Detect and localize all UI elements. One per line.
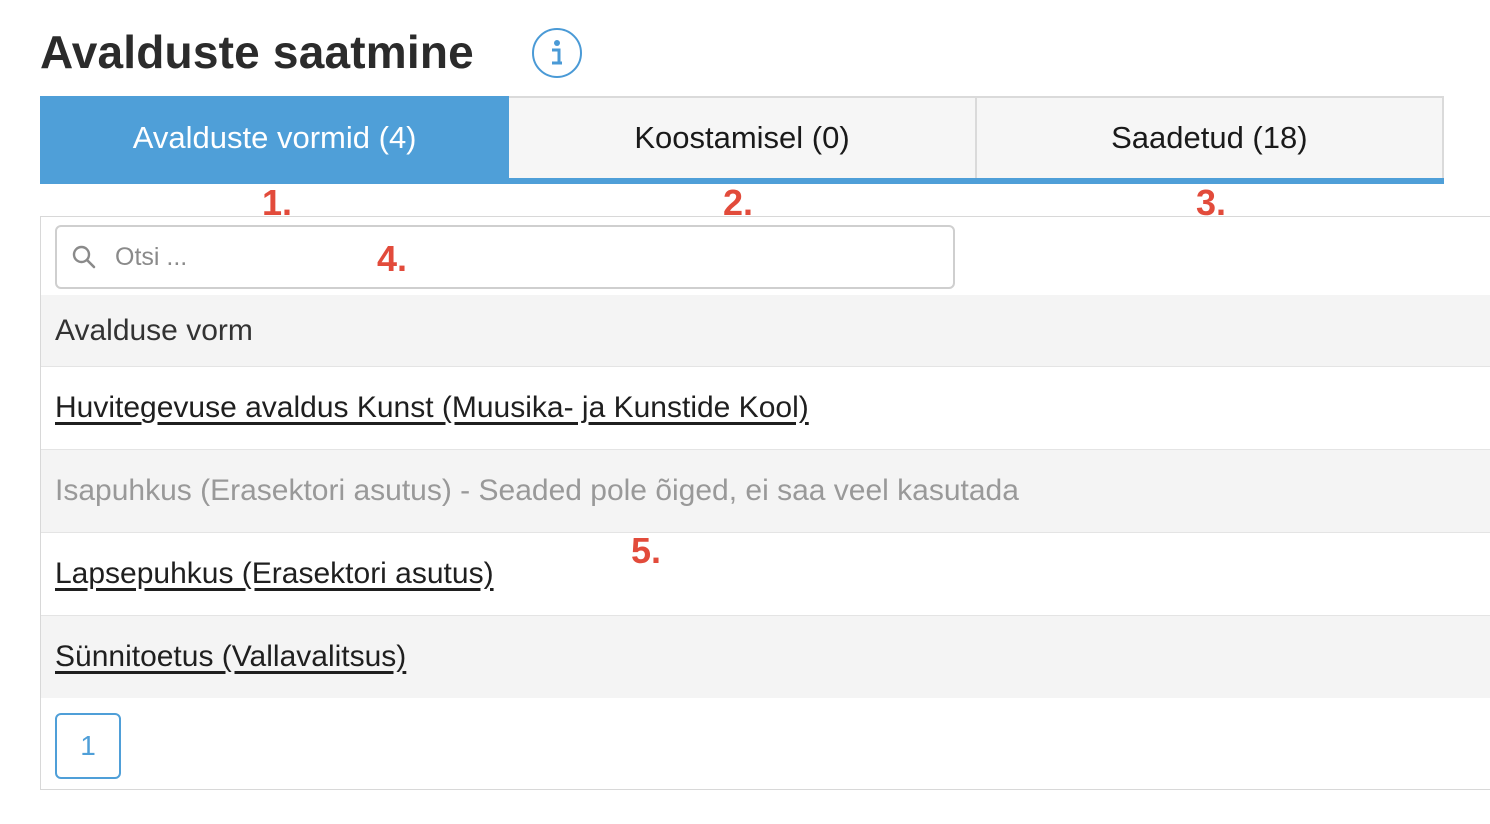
title-row: Avalduste saatmine: [40, 22, 582, 82]
annotation-marker-5: 5.: [631, 530, 662, 571]
tab-sent[interactable]: Saadetud (18): [976, 96, 1444, 178]
page: Avalduste saatmine Avalduste vormid (4) …: [0, 0, 1490, 824]
table-row: Lapsepuhkus (Erasektori asutus): [41, 532, 1490, 615]
search-icon: [71, 244, 97, 270]
form-link-huvitegevus[interactable]: Huvitegevuse avaldus Kunst (Muusika- ja …: [55, 391, 809, 425]
tab-bar: Avalduste vormid (4) Koostamisel (0) Saa…: [40, 96, 1444, 184]
page-title: Avalduste saatmine: [40, 26, 474, 78]
form-link-synnitoetus[interactable]: Sünnitoetus (Vallavalitsus): [55, 640, 406, 674]
tab-in-progress[interactable]: Koostamisel (0): [509, 96, 977, 178]
table-row: Sünnitoetus (Vallavalitsus): [41, 615, 1490, 698]
search-box[interactable]: [55, 225, 955, 289]
column-header-form: Avalduse vorm: [55, 313, 253, 347]
table-row: Huvitegevuse avaldus Kunst (Muusika- ja …: [41, 366, 1490, 449]
form-label-isapuhkus-disabled: Isapuhkus (Erasektori asutus) - Seaded p…: [55, 474, 1019, 507]
table-row: Isapuhkus (Erasektori asutus) - Seaded p…: [41, 449, 1490, 532]
annotation-marker-4: 4.: [377, 238, 408, 279]
pagination-page-button[interactable]: 1: [55, 713, 121, 779]
forms-panel: Avalduse vorm Huvitegevuse avaldus Kunst…: [40, 216, 1490, 790]
info-icon[interactable]: [532, 28, 582, 78]
tab-application-forms[interactable]: Avalduste vormid (4): [40, 96, 510, 178]
table-header: Avalduse vorm: [41, 295, 1490, 366]
form-link-lapsepuhkus[interactable]: Lapsepuhkus (Erasektori asutus): [55, 557, 494, 591]
forms-table: Avalduse vorm Huvitegevuse avaldus Kunst…: [41, 295, 1490, 698]
search-input[interactable]: [113, 241, 817, 273]
